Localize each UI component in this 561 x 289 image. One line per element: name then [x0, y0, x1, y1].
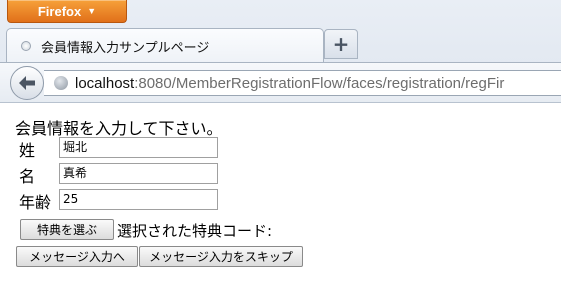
first-name-field[interactable]: 真希 — [59, 163, 218, 184]
firefox-menu-label: Firefox — [37, 3, 82, 19]
tab-favicon-icon — [21, 41, 31, 51]
new-tab-button[interactable]: + — [324, 29, 358, 59]
selected-benefit-label: 選択された特典コード: — [117, 222, 273, 240]
dropdown-arrow-icon: ▼ — [87, 6, 97, 16]
browser-chrome: Firefox ▼ 会員情報入力サンプルページ + localhost:8080… — [0, 0, 561, 103]
first-name-label: 名 — [19, 167, 36, 186]
last-name-label: 姓 — [19, 141, 36, 160]
tab-title: 会員情報入力サンプルページ — [41, 39, 210, 55]
back-arrow-icon — [19, 76, 35, 90]
to-message-button[interactable]: メッセージ入力へ — [16, 246, 138, 267]
site-identity-icon[interactable] — [54, 76, 68, 90]
age-label: 年齢 — [19, 193, 52, 212]
choose-benefit-button[interactable]: 特典を選ぶ — [20, 219, 114, 240]
page-content: 会員情報を入力して下さい。 姓 堀北 名 真希 年齢 25 特典を選ぶ 選択され… — [0, 103, 561, 289]
last-name-field[interactable]: 堀北 — [59, 137, 218, 158]
navigation-bar: localhost:8080/MemberRegistrationFlow/fa… — [0, 62, 561, 103]
skip-message-button[interactable]: メッセージ入力をスキップ — [139, 246, 303, 267]
url-bar[interactable]: localhost:8080/MemberRegistrationFlow/fa… — [44, 70, 561, 96]
firefox-menu-button[interactable]: Firefox ▼ — [7, 0, 127, 23]
url-text: localhost:8080/MemberRegistrationFlow/fa… — [75, 75, 504, 92]
tab-active[interactable]: 会員情報入力サンプルページ — [6, 28, 324, 63]
url-host: localhost — [75, 74, 135, 92]
age-field[interactable]: 25 — [59, 189, 218, 210]
page-heading: 会員情報を入力して下さい。 — [15, 119, 223, 138]
back-button[interactable] — [10, 66, 44, 100]
plus-icon: + — [332, 32, 350, 56]
url-path: :8080/MemberRegistrationFlow/faces/regis… — [134, 74, 505, 92]
